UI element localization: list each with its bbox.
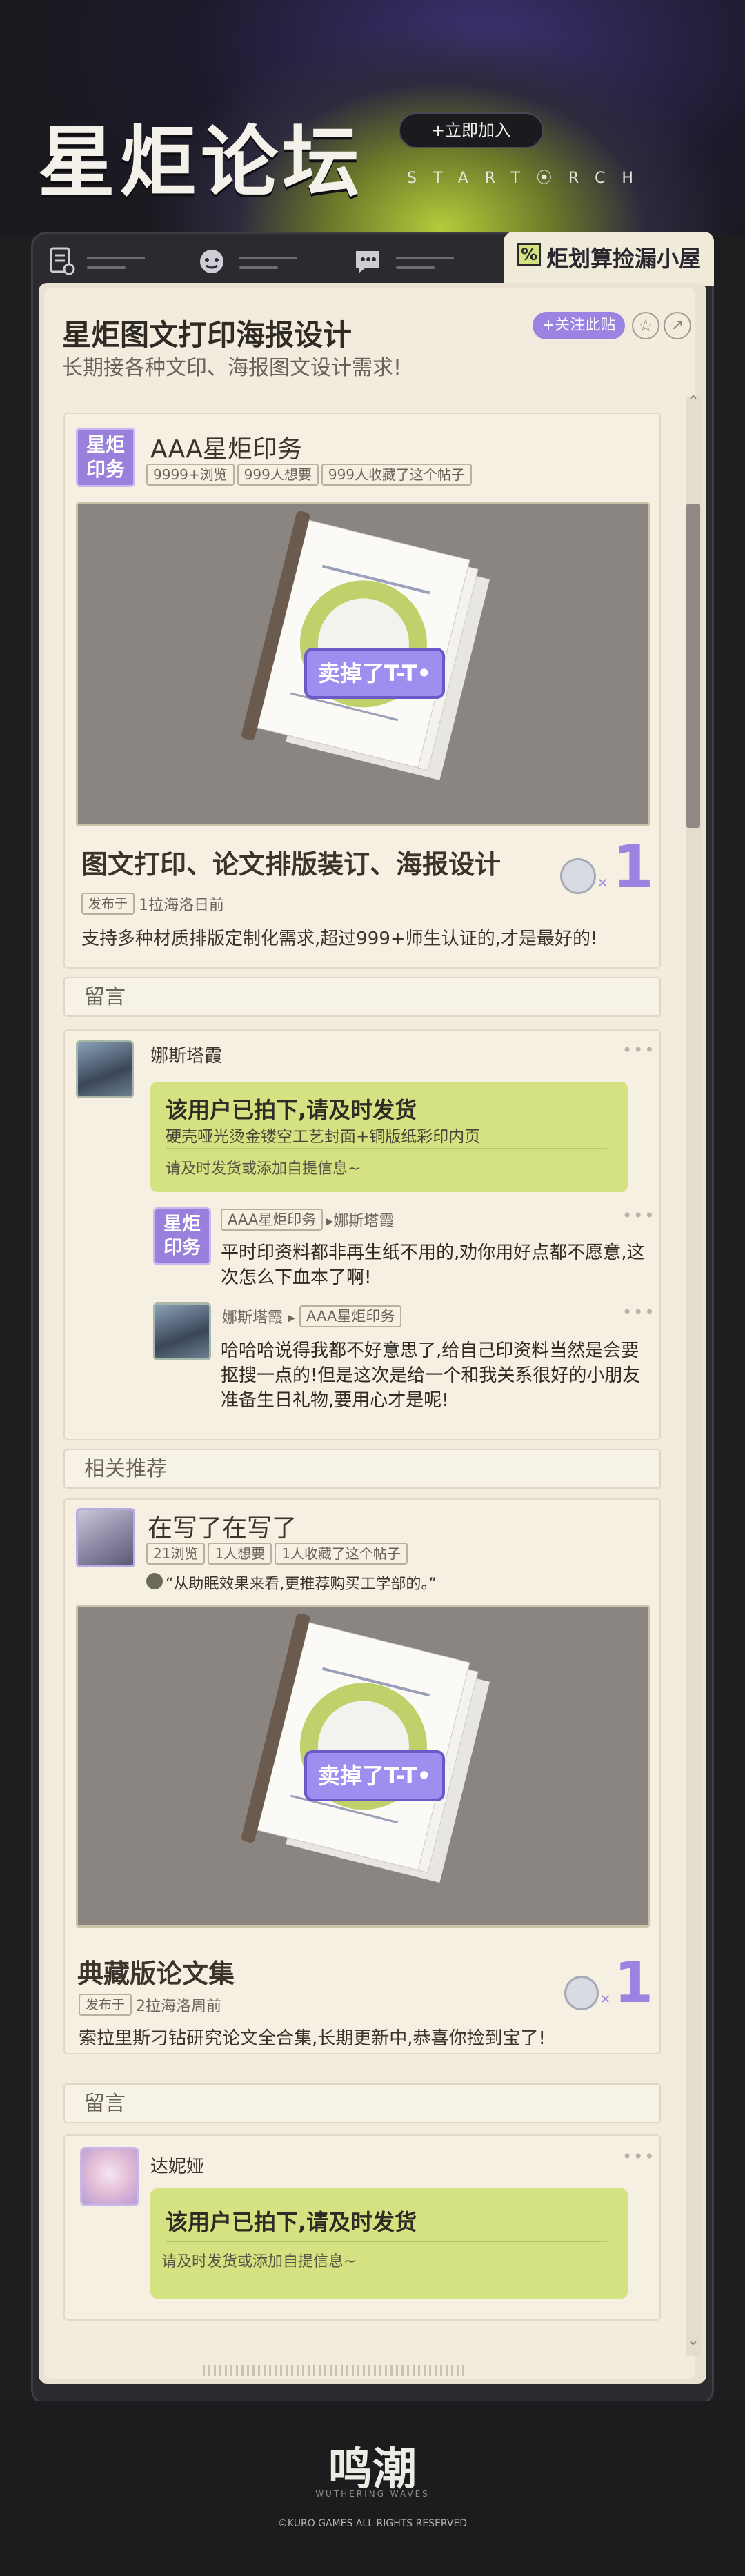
posted-time: 1拉海洛日前 <box>139 897 225 914</box>
coin-icon <box>564 1976 599 2010</box>
avatar[interactable] <box>80 2147 139 2206</box>
related-section-header: 相关推荐 <box>63 1449 661 1489</box>
tab-line <box>239 257 297 259</box>
page-subtitle: 长期接各种文印、海报图文设计需求! <box>62 356 402 380</box>
sold-stamp: 卖掉了T-T• <box>318 1763 431 1789</box>
tab-posts[interactable] <box>48 243 166 281</box>
divider <box>166 2241 607 2242</box>
shop-name[interactable]: AAA星炬印务 <box>150 429 302 465</box>
notice-hint[interactable]: 请及时发货或添加自提信息~ <box>166 1156 360 1178</box>
chat-bubble-icon <box>356 251 379 273</box>
listing-stats: 9999+浏览 999人想要 999人收藏了这个帖子 <box>146 464 473 486</box>
reply-to[interactable]: ▸娜斯塔霞 <box>326 1209 394 1231</box>
tab-line <box>239 266 278 269</box>
notice-title: 该用户已拍下,请及时发货 <box>166 1097 417 1123</box>
posted-time: 2拉海洛周前 <box>136 1998 222 2015</box>
tab-bargain-label: 炬划算捡漏小屋 <box>546 246 702 272</box>
stat-favorites: 999人收藏了这个帖子 <box>321 464 473 486</box>
reply-to[interactable]: AAA星炬印务 <box>299 1305 402 1327</box>
stat-favorites: 1人收藏了这个帖子 <box>275 1543 408 1565</box>
comments-section-header: 留言 <box>63 2083 661 2123</box>
posted-tag: 发布于 <box>81 893 135 915</box>
related-stats: 21浏览 1人想要 1人收藏了这个帖子 <box>146 1543 408 1565</box>
page-title: 星炬图文打印海报设计 <box>62 318 352 352</box>
sold-stamp: 卖掉了T-T• <box>318 660 431 686</box>
listing-title: 图文打印、论文排版装订、海报设计 <box>81 849 501 880</box>
divider <box>166 1148 607 1149</box>
coin-icon <box>560 858 596 894</box>
footer-logo: 鸣潮 <box>328 2444 417 2495</box>
more-options-icon[interactable]: ••• <box>622 1302 655 1322</box>
related-user-title[interactable]: 在写了在写了 <box>148 1508 297 1544</box>
brand-wordmark: START⦿RCH <box>407 170 650 187</box>
price: 1 <box>613 833 654 902</box>
listing-image[interactable]: 卖掉了T-T• <box>76 502 650 826</box>
reply-text: 平时印资料都非再生纸不用的,劝你用好点都不愿意,这次怎么下血本了啊! <box>221 1242 645 1288</box>
more-options-icon[interactable]: ••• <box>622 1040 655 1060</box>
quote-avatar-icon <box>146 1573 163 1589</box>
tab-messages[interactable] <box>352 243 469 281</box>
comment-username[interactable]: 达妮娅 <box>150 2152 204 2178</box>
tab-line <box>396 266 435 269</box>
stat-wants: 1人想要 <box>208 1543 272 1565</box>
comments-section-header: 留言 <box>63 977 661 1017</box>
notice-hint[interactable]: 请及时发货或添加自提信息~ <box>161 2249 356 2271</box>
follow-button[interactable]: +关注此贴 <box>533 312 625 339</box>
document-icon <box>50 247 75 275</box>
copyright: ©KURO GAMES ALL RIGHTS RESERVED <box>277 2518 468 2529</box>
multiply-icon: ✕ <box>600 1992 611 2007</box>
shop-avatar[interactable]: 星炬 印务 <box>76 428 135 487</box>
reply-from[interactable]: AAA星炬印务 <box>221 1209 324 1231</box>
join-button[interactable]: +立即加入 <box>399 112 544 148</box>
scrollbar-thumb[interactable] <box>686 504 700 828</box>
scroll-down-icon[interactable]: ⌄ <box>684 2332 702 2352</box>
more-options-icon[interactable]: ••• <box>622 2147 655 2166</box>
related-item-title: 典藏版论文集 <box>77 1959 235 1989</box>
reply-avatar[interactable]: 星炬 印务 <box>153 1207 211 1265</box>
avatar[interactable] <box>76 1040 134 1098</box>
reply-header: AAA星炬印务 ▸娜斯塔霞 <box>221 1209 394 1231</box>
listing-description: 支持多种材质排版定制化需求,超过999+师生认证的,才是最好的! <box>81 929 598 949</box>
related-description: 索拉里斯刁钻研究论文全合集,长期更新中,恭喜你捡到宝了! <box>79 2028 546 2049</box>
tab-line <box>87 257 145 259</box>
reply-header: 娜斯塔霞 ▸ AAA星炬印务 <box>222 1305 402 1327</box>
tab-line <box>87 266 126 269</box>
avatar[interactable] <box>76 1508 135 1567</box>
drag-handle[interactable] <box>203 2365 465 2376</box>
posted-info: 发布于 1拉海洛日前 <box>81 893 224 915</box>
scroll-up-icon[interactable]: ⌃ <box>684 393 702 414</box>
reply-avatar[interactable] <box>153 1302 211 1360</box>
comment-username[interactable]: 娜斯塔霞 <box>150 1042 222 1067</box>
reply-from[interactable]: 娜斯塔霞 ▸ <box>222 1305 295 1327</box>
tab-social[interactable] <box>197 243 314 281</box>
share-icon[interactable]: ↗ <box>664 312 691 339</box>
reply-text: 哈哈哈说得我都不好意思了,给自己印资料当然是会要抠搜一点的!但是这次是给一个和我… <box>221 1340 641 1411</box>
posted-info: 发布于 2拉海洛周前 <box>79 1994 221 2016</box>
more-options-icon[interactable]: ••• <box>622 1206 655 1225</box>
tab-line <box>396 257 454 259</box>
footer-logo-en: WUTHERING WAVES <box>315 2489 430 2499</box>
stat-views: 9999+浏览 <box>146 464 235 486</box>
related-price: 1 <box>614 1950 654 2016</box>
related-quote: “从助眠效果来看,更推荐购买工学部的。” <box>166 1576 437 1593</box>
multiply-icon: ✕ <box>597 876 608 891</box>
notice-title: 该用户已拍下,请及时发货 <box>166 2209 417 2235</box>
forum-logo: 星炬论坛 <box>38 118 364 208</box>
star-icon[interactable]: ☆ <box>632 312 659 339</box>
posted-tag: 发布于 <box>79 1994 132 2016</box>
stat-wants: 999人想要 <box>237 464 319 486</box>
notice-item: 硬壳哑光烫金镂空工艺封面+铜版纸彩印内页 <box>166 1128 481 1146</box>
face-icon <box>200 250 223 273</box>
stat-views: 21浏览 <box>146 1543 206 1565</box>
tag-icon: % <box>517 243 541 266</box>
related-image[interactable]: 卖掉了T-T• <box>76 1605 650 1928</box>
